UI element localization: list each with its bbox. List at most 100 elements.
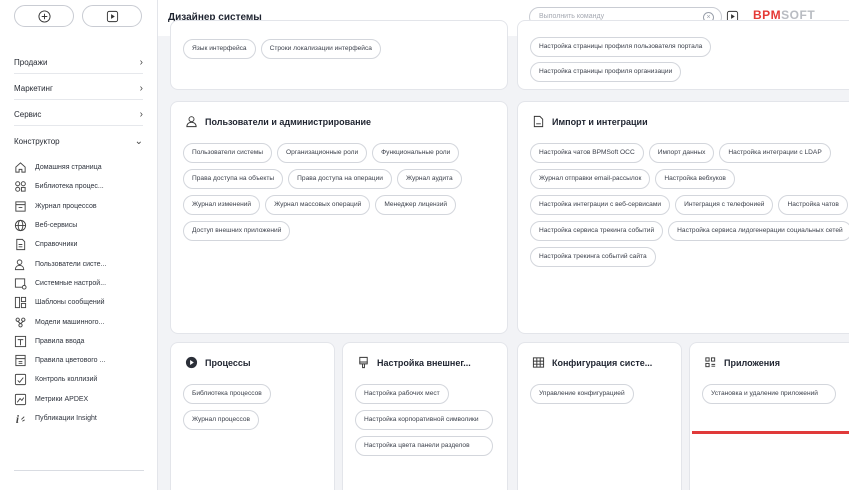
chevron-right-icon: › <box>139 57 143 68</box>
chip-section-panel-color[interactable]: Настройка цвета панели разделов <box>355 436 493 456</box>
card-profile-pages: Настройка страницы профиля пользователя … <box>517 20 849 90</box>
sidebar-group-service[interactable]: Сервис › <box>14 104 143 126</box>
import-icon <box>533 115 544 128</box>
chip-license-manager[interactable]: Менеджер лицензий <box>375 195 457 215</box>
system-settings-icon <box>14 278 27 290</box>
chip-audit-log[interactable]: Журнал аудита <box>396 169 462 189</box>
sidebar-group-sales[interactable]: Продажи › <box>14 52 143 74</box>
sidebar-group-marketing[interactable]: Маркетинг › <box>14 78 143 100</box>
chip-config-management[interactable]: Управление конфигурацией <box>530 384 634 404</box>
chip-workplaces[interactable]: Настройка рабочих мест <box>355 384 449 404</box>
card-interface-language: Язык интерфейса Строки локализации интер… <box>170 20 508 90</box>
card-configuration: Конфигурация систе... Управление конфигу… <box>517 342 682 490</box>
sidebar: Продажи › Маркетинг › Сервис › Конструктор ⌄… <box>0 0 158 490</box>
sidebar-item-message-templates[interactable]: Шаблоны сообщений <box>14 293 157 312</box>
chip-list: Настройка рабочих мест Настройка корпора… <box>355 384 493 456</box>
chevron-down-icon: ⌄ <box>134 135 143 147</box>
sidebar-item-home[interactable]: Домашняя страница <box>14 158 157 177</box>
card-title: Импорт и интеграции <box>552 116 648 127</box>
sidebar-item-insight-publications[interactable]: i Публикации Insight <box>14 409 157 428</box>
chip-site-event-tracking[interactable]: Настройка трекинга событий сайта <box>530 247 656 267</box>
run-process-button[interactable] <box>82 5 142 27</box>
home-icon <box>15 162 26 173</box>
card-title: Пользователи и администрирование <box>205 116 372 127</box>
chip-event-tracking-service[interactable]: Настройка сервиса трекинга событий <box>530 221 664 241</box>
chip-bulk-operations-log[interactable]: Журнал массовых операций <box>265 195 371 215</box>
chip-external-app-access[interactable]: Доступ внешних приложений <box>183 221 291 241</box>
play-circle-icon <box>185 356 198 369</box>
chip-email-log[interactable]: Журнал отправки email-рассылок <box>530 169 651 189</box>
sidebar-items: Домашняя страница Библиотека процес... Ж… <box>0 158 157 428</box>
sidebar-item-web-services[interactable]: Веб-сервисы <box>14 216 157 235</box>
lookup-icon <box>16 239 26 251</box>
sidebar-item-lookups[interactable]: Справочники <box>14 235 157 254</box>
chip-functional-roles[interactable]: Функциональные роли <box>372 143 460 163</box>
color-rules-icon <box>15 355 26 367</box>
card-processes: Процессы Библиотека процессов Журнал про… <box>170 342 335 490</box>
input-rules-icon <box>14 335 27 347</box>
chip-install-apps[interactable]: Установка и удаление приложений <box>702 384 836 404</box>
insight-icon: i <box>16 414 25 425</box>
sidebar-toolbar <box>0 0 157 27</box>
chip-occ-chats[interactable]: Настройка чатов BPMSoft OCC <box>530 143 644 163</box>
highlight-underline <box>692 431 849 434</box>
chip-chats[interactable]: Настройка чатов <box>778 195 848 215</box>
chip-social-leadgen[interactable]: Настройка сервиса лидогенерации социальн… <box>668 221 849 241</box>
sidebar-item-system-users[interactable]: Пользователи систе... <box>14 254 157 273</box>
chip-object-permissions[interactable]: Права доступа на объекты <box>183 169 284 189</box>
process-log-icon <box>15 201 26 212</box>
apps-icon <box>705 357 716 368</box>
chip-change-log[interactable]: Журнал изменений <box>183 195 261 215</box>
ml-model-icon <box>15 317 26 327</box>
svg-text:i: i <box>16 414 20 425</box>
chip-interface-language[interactable]: Язык интерфейса <box>183 39 256 59</box>
chip-list: Установка и удаление приложений <box>702 384 844 404</box>
chip-webhooks[interactable]: Настройка вебхуков <box>655 169 735 189</box>
sidebar-item-ml-models[interactable]: Модели машинного... <box>14 312 157 331</box>
add-button[interactable] <box>14 5 74 27</box>
card-appearance: Настройка внешнег... Настройка рабочих м… <box>342 342 508 490</box>
chevron-right-icon: › <box>139 109 143 120</box>
plus-circle-icon <box>37 9 51 23</box>
sidebar-item-color-rules[interactable]: Правила цветового ... <box>14 351 157 370</box>
chip-process-log[interactable]: Журнал процессов <box>183 410 260 430</box>
card-title: Конфигурация систе... <box>552 357 653 368</box>
chip-telephony[interactable]: Интеграция с телефонией <box>675 195 774 215</box>
chip-system-users[interactable]: Пользователи системы <box>183 143 273 163</box>
card-title: Процессы <box>205 357 251 368</box>
sidebar-item-system-settings[interactable]: Системные настрой... <box>14 274 157 293</box>
globe-icon <box>14 219 27 232</box>
card-import-integrations: Импорт и интеграции Настройка чатов BPMS… <box>517 101 849 334</box>
chip-list: Настройка чатов BPMSoft OCC Импорт данны… <box>530 143 849 267</box>
chip-interface-strings[interactable]: Строки локализации интерфейса <box>260 39 381 59</box>
chip-org-profile[interactable]: Настройка страницы профиля организации <box>530 62 682 82</box>
collision-icon <box>14 374 27 386</box>
message-template-icon <box>14 297 27 309</box>
chip-ldap[interactable]: Настройка интеграции с LDAP <box>719 143 831 163</box>
chip-org-roles[interactable]: Организационные роли <box>277 143 368 163</box>
play-square-icon <box>106 10 118 22</box>
brush-icon <box>359 356 368 369</box>
sidebar-item-input-rules[interactable]: Правила ввода <box>14 332 157 351</box>
chip-web-services-integration[interactable]: Настройка интеграции с веб-сервисами <box>530 195 671 215</box>
chevron-right-icon: › <box>139 83 143 94</box>
sidebar-group-designer[interactable]: Конструктор ⌄ <box>14 130 143 152</box>
grid-icon <box>532 357 545 368</box>
sidebar-item-process-log[interactable]: Журнал процессов <box>14 197 157 216</box>
chip-operation-permissions[interactable]: Права доступа на операции <box>288 169 392 189</box>
command-input[interactable] <box>539 13 689 20</box>
sidebar-divider <box>14 470 144 471</box>
process-library-icon <box>15 181 26 193</box>
sidebar-item-apdex-metrics[interactable]: Метрики APDEX <box>14 390 157 409</box>
chip-list: Управление конфигурацией <box>530 384 673 404</box>
sidebar-item-process-library[interactable]: Библиотека процес... <box>14 177 157 196</box>
metrics-icon <box>14 393 27 405</box>
card-title: Приложения <box>724 357 780 368</box>
card-applications: Приложения Установка и удаление приложен… <box>689 342 849 490</box>
sidebar-item-collision-control[interactable]: Контроль коллизий <box>14 370 157 389</box>
chip-list: Библиотека процессов Журнал процессов <box>183 384 326 430</box>
chip-portal-profile[interactable]: Настройка страницы профиля пользователя … <box>530 37 712 57</box>
chip-corporate-branding[interactable]: Настройка корпоративной символики <box>355 410 493 430</box>
chip-data-import[interactable]: Импорт данных <box>648 143 715 163</box>
chip-process-library[interactable]: Библиотека процессов <box>183 384 271 404</box>
